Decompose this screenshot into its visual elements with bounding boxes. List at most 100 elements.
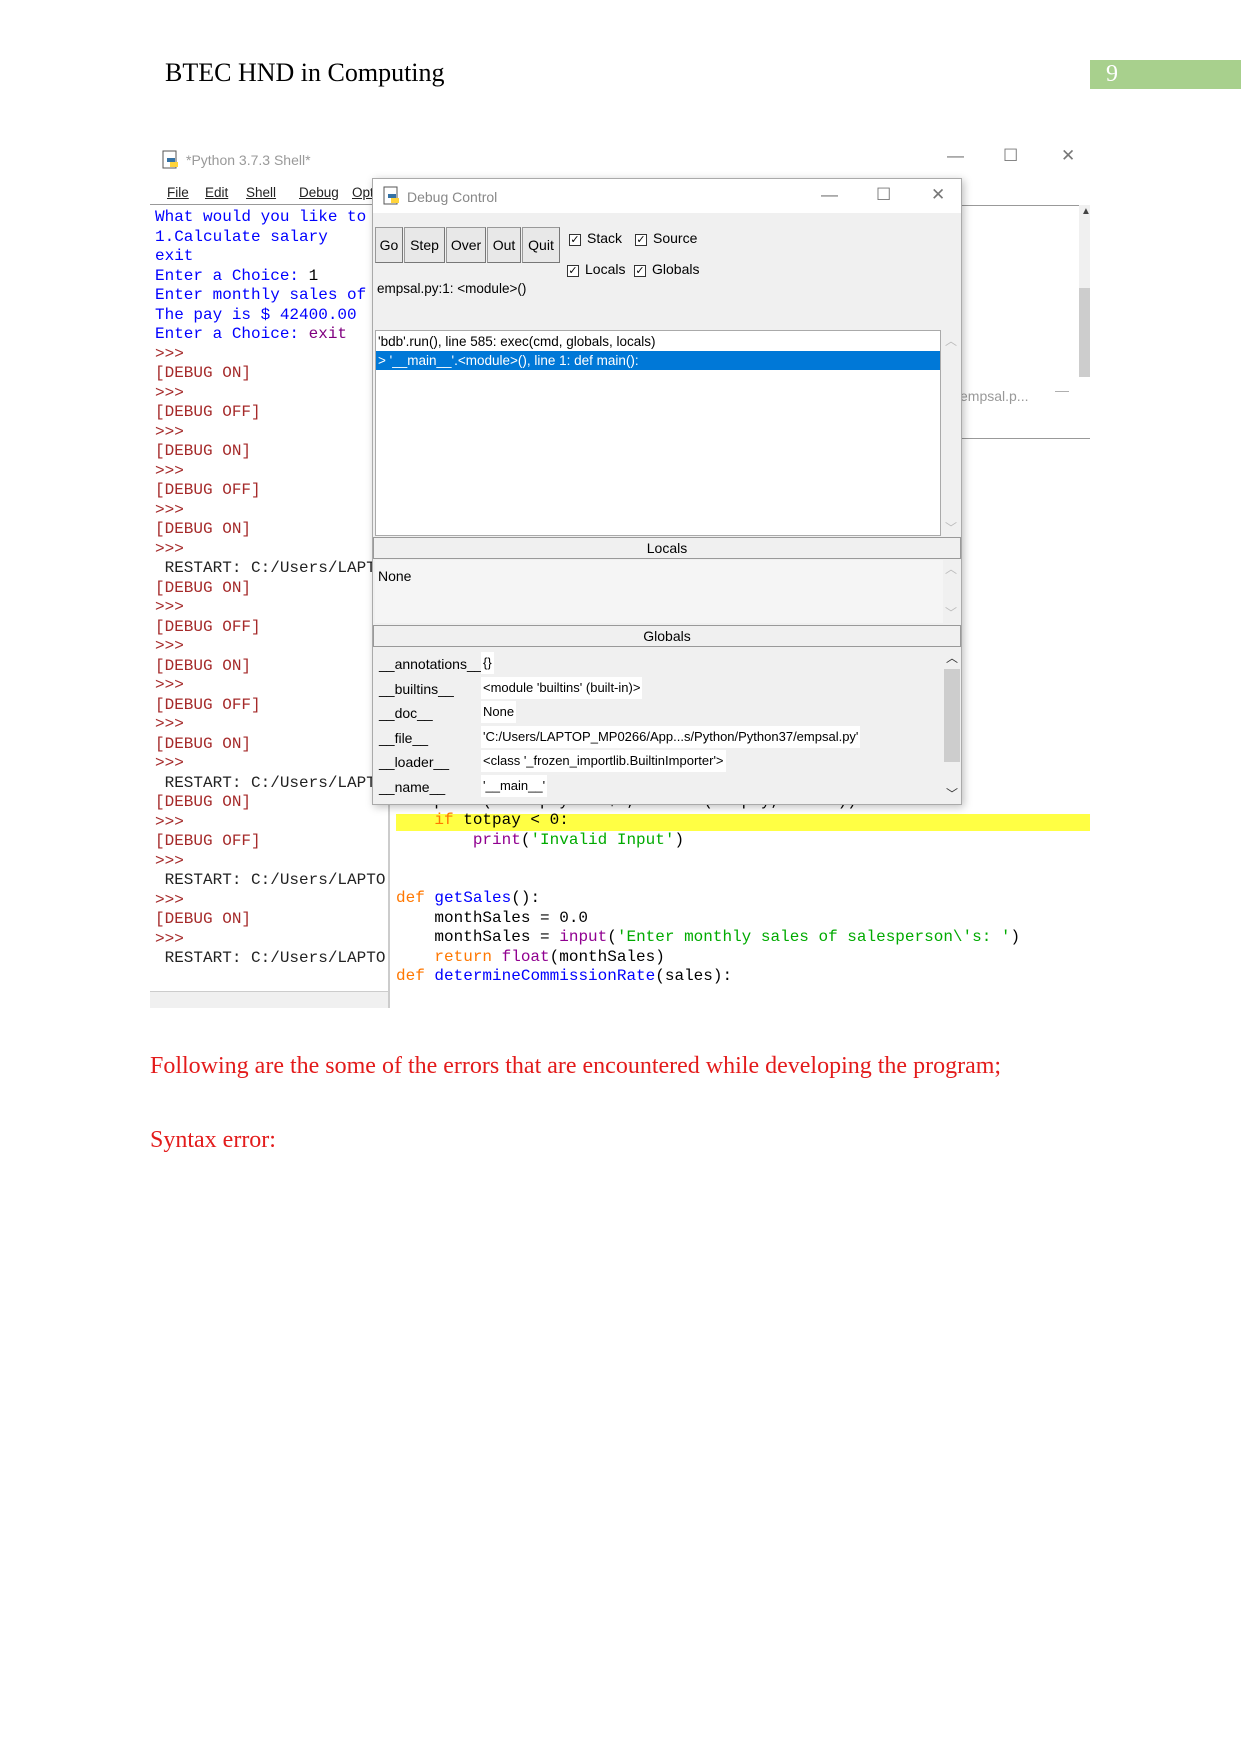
menu-shell[interactable]: Shell	[246, 185, 276, 200]
source-checkbox[interactable]: ✓ Source	[635, 230, 697, 246]
step-button[interactable]: Step	[404, 227, 445, 263]
shell-line: >>>	[155, 598, 184, 618]
shell-line-text: >>>	[155, 539, 184, 558]
debug-window-title: Debug Control	[407, 189, 498, 205]
global-value[interactable]: {}	[481, 652, 494, 674]
editor-minimize-button[interactable]: —	[1055, 382, 1069, 398]
shell-line-text: >>>	[155, 500, 184, 519]
shell-line-text: >>>	[155, 383, 184, 402]
python-debug-icon	[383, 186, 401, 209]
global-value[interactable]: 'C:/Users/LAPTOP_MP0266/App...s/Python/P…	[481, 725, 861, 748]
code-token: 'Invalid Input'	[530, 830, 675, 849]
shell-line-text: [DEBUG ON]	[155, 442, 252, 460]
chevron-up-icon[interactable]: ︿	[942, 332, 960, 349]
global-name[interactable]: __file__	[379, 727, 428, 749]
locals-header: Locals	[373, 537, 961, 559]
menu-debug[interactable]: Debug	[299, 185, 339, 200]
page-number-badge: 9	[1090, 60, 1241, 89]
chevron-down-icon[interactable]: ﹀	[942, 519, 960, 536]
shell-line-text: Enter a Choice:	[155, 325, 309, 343]
shell-line-text: 1.Calculate salary	[155, 227, 328, 246]
chevron-down-icon[interactable]: ﹀	[943, 785, 961, 802]
shell-window-title: *Python 3.7.3 Shell*	[186, 152, 311, 168]
stack-list[interactable]: 'bdb'.run(), line 585: exec(cmd, globals…	[375, 330, 941, 536]
locals-panel[interactable]: None	[375, 560, 943, 623]
shell-line: [DEBUG OFF]	[155, 696, 261, 716]
code-line: if totpay < 0:	[396, 811, 568, 831]
code-editor[interactable]: totpay = (sales * commissionRate) - sala…	[388, 772, 1090, 1008]
menu-file[interactable]: File	[167, 185, 189, 200]
debug-maximize-button[interactable]: ☐	[876, 185, 891, 205]
scroll-up-arrow-icon[interactable]: ▲	[1081, 206, 1090, 217]
shell-line-text: >>>	[155, 422, 184, 441]
code-token: return	[434, 947, 493, 966]
shell-close-button[interactable]: ✕	[1061, 148, 1075, 166]
code-token: )	[1010, 928, 1021, 946]
shell-line: >>>	[155, 930, 184, 950]
global-name[interactable]: __doc__	[379, 702, 433, 724]
shell-line: >>>	[155, 423, 184, 443]
shell-line: [DEBUG ON]	[155, 735, 251, 755]
python-shell-icon	[162, 150, 180, 170]
shell-line-text: >>>	[155, 637, 184, 655]
shell-maximize-button[interactable]: ☐	[1003, 148, 1018, 166]
shell-line-text: [DEBUG OFF]	[155, 481, 261, 499]
locals-checkbox[interactable]: ✓ Locals	[567, 261, 625, 277]
global-value[interactable]: '__main__'	[481, 774, 548, 797]
shell-line: [DEBUG ON]	[155, 910, 251, 930]
checkmark-icon: ✓	[634, 265, 646, 277]
source-checkbox-label: Source	[653, 230, 698, 246]
shell-line: [DEBUG ON]	[155, 657, 251, 677]
debug-minimize-button[interactable]: —	[821, 185, 838, 205]
editor-scrollbar-thumb[interactable]	[1079, 288, 1090, 377]
stack-checkbox[interactable]: ✓ Stack	[569, 230, 622, 246]
global-value[interactable]: <class '_frozen_importlib.BuiltinImporte…	[481, 750, 726, 772]
out-button[interactable]: Out	[487, 227, 521, 263]
shell-line: Enter a Choice: exit	[155, 325, 347, 345]
shell-line: >>>	[155, 891, 184, 911]
shell-line: RESTART: C:/Users/LAPTO	[155, 949, 386, 969]
global-name[interactable]: __builtins__	[379, 678, 454, 700]
shell-line: >>>	[155, 813, 184, 833]
globals-checkbox[interactable]: ✓ Globals	[634, 261, 699, 277]
checkmark-icon: ✓	[567, 265, 579, 277]
code-token: monthSales =	[396, 928, 560, 946]
shell-line-text: [DEBUG OFF]	[155, 832, 261, 850]
editor-taskbar-label[interactable]: empsal.p...	[960, 388, 1028, 404]
shell-output[interactable]: What would you like to 1.Calculate salary…	[155, 208, 388, 988]
global-name[interactable]: __name__	[379, 776, 445, 798]
chevron-up-icon[interactable]: ︿	[942, 560, 960, 577]
shell-minimize-button[interactable]: —	[947, 148, 964, 166]
code-token: (monthSales)	[549, 947, 665, 966]
chevron-down-icon[interactable]: ﹀	[942, 604, 960, 621]
shell-line-text: [DEBUG ON]	[155, 520, 252, 538]
shell-line: >>>	[155, 637, 184, 657]
code-token: 'Enter monthly sales of salesperson\'s: …	[616, 928, 1011, 946]
quit-button[interactable]: Quit	[522, 227, 560, 263]
shell-line-text: >>>	[155, 715, 184, 733]
global-name[interactable]: __loader__	[379, 751, 449, 773]
over-button[interactable]: Over	[446, 227, 486, 263]
global-name[interactable]: __annotations__	[379, 653, 483, 675]
code-token: monthSales = 0.0	[396, 908, 589, 927]
shell-user-input: exit	[308, 325, 348, 343]
shell-line: [DEBUG OFF]	[155, 481, 261, 501]
menu-edit[interactable]: Edit	[205, 185, 228, 200]
shell-line-text: Enter a Choice:	[155, 266, 309, 285]
global-value[interactable]: <module 'builtins' (built-in)>	[481, 676, 643, 699]
shell-line: [DEBUG ON]	[155, 364, 251, 384]
globals-list[interactable]: __annotations__{} __builtins__ <module 'bu…	[375, 648, 943, 804]
code-token: def	[396, 889, 425, 907]
stack-frame-row-selected[interactable]: > '__main__'.<module>(), line 1: def mai…	[376, 351, 940, 370]
debug-close-button[interactable]: ✕	[931, 185, 945, 205]
globals-scrollbar-thumb[interactable]	[944, 669, 960, 762]
shell-line: [DEBUG OFF]	[155, 618, 261, 638]
shell-line-text: [DEBUG ON]	[155, 793, 252, 811]
stack-frame-row[interactable]: 'bdb'.run(), line 585: exec(cmd, globals…	[376, 332, 940, 351]
chevron-up-icon[interactable]: ︿	[943, 649, 961, 666]
global-value[interactable]: None	[481, 701, 517, 723]
go-button[interactable]: Go	[375, 227, 403, 263]
globals-header: Globals	[373, 625, 961, 647]
